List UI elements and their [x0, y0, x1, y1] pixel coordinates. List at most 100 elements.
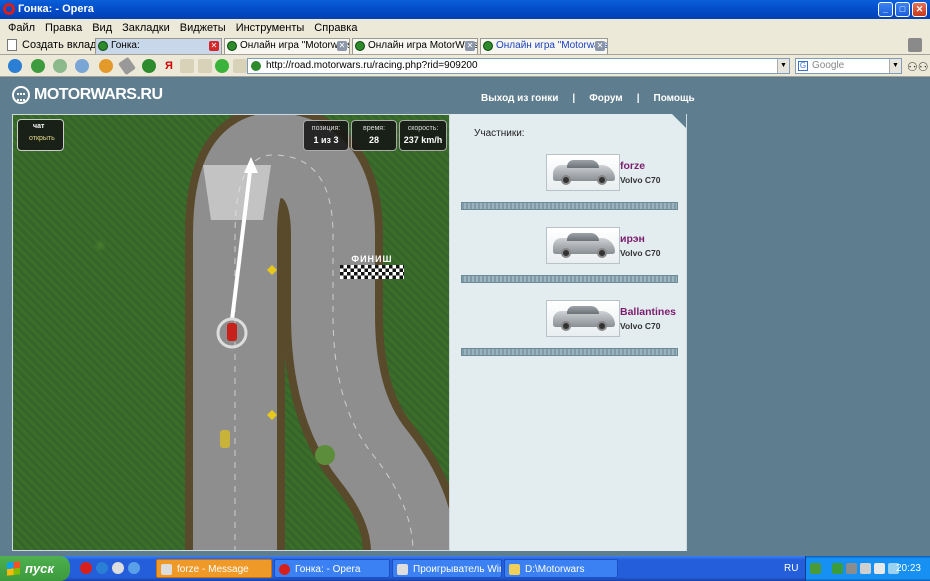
- binoculars-icon[interactable]: ⚇⚇: [907, 60, 929, 74]
- tab-close-icon[interactable]: ✕: [209, 41, 219, 51]
- tab-motorwars-2[interactable]: Онлайн игра MotorWars... ✕: [352, 38, 478, 54]
- taskbar-item-label: D:\Motorwars: [525, 564, 585, 575]
- opera-icon: [279, 564, 290, 575]
- player-name[interactable]: Ballantines: [620, 306, 676, 318]
- tab-label: Онлайн игра MotorWars...: [368, 40, 478, 51]
- clover-icon[interactable]: [846, 563, 857, 574]
- site-logo[interactable]: MOTORWARS.RU: [12, 84, 163, 106]
- hud-time: время: 28: [351, 120, 397, 151]
- players-panel: Участники: forze Volvo C70 ирэн Volvo C7…: [450, 114, 687, 551]
- close-window-button[interactable]: ✕: [912, 2, 927, 17]
- hud-speed-value: 237 km/h: [403, 135, 443, 145]
- taskbar-item-player[interactable]: Проигрыватель Win...: [392, 559, 502, 578]
- panel-corner: [672, 114, 686, 128]
- desktop-quicklaunch-icon[interactable]: [128, 562, 140, 574]
- player-car[interactable]: [227, 323, 237, 341]
- hud-position: позиция: 1 из 3: [303, 120, 349, 151]
- opponent-car: [220, 430, 230, 448]
- player-entry: forze Volvo C70: [546, 154, 706, 191]
- tab-motorwars-3[interactable]: Онлайн игра "Motorwars" ✕: [480, 38, 608, 54]
- finish-label: ФИНИШ: [351, 254, 393, 264]
- taskbar-item-folder[interactable]: D:\Motorwars: [504, 559, 618, 578]
- menu-edit[interactable]: Правка: [40, 22, 87, 34]
- network-icon[interactable]: [832, 563, 843, 574]
- tab-bar: Создать вкладку Гонка: ✕ Онлайн игра "Mo…: [0, 36, 930, 55]
- minimize-button[interactable]: _: [878, 2, 893, 17]
- site-icon[interactable]: [142, 59, 156, 73]
- forward-icon[interactable]: [53, 59, 67, 73]
- display-icon[interactable]: [860, 563, 871, 574]
- player-progress-bar: [461, 275, 678, 283]
- logo-icon: [12, 86, 30, 104]
- race-track-canvas[interactable]: ФИНИШ чат открыть позиция: 1 из 3 время:…: [12, 114, 450, 551]
- menu-file[interactable]: Файл: [3, 22, 40, 34]
- player-name[interactable]: ирэн: [620, 233, 645, 245]
- hud-speed: скорость: 237 km/h: [399, 120, 447, 151]
- tray-arrow-icon[interactable]: [810, 563, 821, 574]
- play-icon[interactable]: [215, 59, 229, 73]
- page-icon-2[interactable]: [198, 59, 212, 73]
- tab-close-icon[interactable]: ✕: [337, 41, 347, 51]
- page-icon[interactable]: [180, 59, 194, 73]
- nav-toolbar: Я http://road.motorwars.ru/racing.php?ri…: [0, 55, 930, 77]
- forum-link[interactable]: Форум: [589, 93, 622, 104]
- exit-race-link[interactable]: Выход из гонки: [481, 93, 558, 104]
- tab-motorwars-1[interactable]: Онлайн игра "Motorwars" ✕: [224, 38, 350, 54]
- taskbar-item-opera[interactable]: Гонка: - Opera: [274, 559, 390, 578]
- hud-speed-label: скорость:: [407, 125, 439, 132]
- trash-icon[interactable]: [908, 38, 922, 52]
- direction-beam: [203, 165, 271, 220]
- language-indicator[interactable]: RU: [784, 563, 798, 574]
- page-icon-3[interactable]: [233, 59, 247, 73]
- tab-close-icon[interactable]: ✕: [465, 41, 475, 51]
- fast-forward-icon[interactable]: [75, 59, 89, 73]
- edit-icon[interactable]: [118, 56, 136, 76]
- media-quicklaunch-icon[interactable]: [112, 562, 124, 574]
- player-name[interactable]: forze: [620, 160, 645, 172]
- maximize-button[interactable]: □: [895, 2, 910, 17]
- player-car-model: Volvo C70: [620, 175, 661, 185]
- nav-separator: |: [572, 93, 576, 104]
- taskbar-item-message[interactable]: forze - Message: [156, 559, 272, 578]
- folder-icon: [509, 564, 520, 575]
- menu-bookmarks[interactable]: Закладки: [117, 22, 175, 34]
- chat-box[interactable]: чат открыть: [17, 119, 64, 151]
- checkered-flag: [340, 265, 404, 279]
- opera-quicklaunch-icon[interactable]: [80, 562, 92, 574]
- menu-view[interactable]: Вид: [87, 22, 117, 34]
- help-link[interactable]: Помощь: [654, 93, 695, 104]
- menu-bar: Файл Правка Вид Закладки Виджеты Инструм…: [0, 19, 930, 36]
- back-icon[interactable]: [31, 59, 45, 73]
- menu-tools[interactable]: Инструменты: [231, 22, 310, 34]
- dropdown-arrow-icon[interactable]: ▼: [777, 59, 789, 73]
- tab-close-icon[interactable]: ✕: [595, 41, 605, 51]
- opera-icon: [3, 3, 15, 15]
- menu-widgets[interactable]: Виджеты: [175, 22, 231, 34]
- car-image: [546, 300, 620, 337]
- site-favicon-icon: [251, 61, 261, 71]
- chat-open-link[interactable]: открыть: [29, 135, 63, 142]
- rewind-icon[interactable]: [8, 59, 22, 73]
- taskbar-item-label: forze - Message: [177, 564, 249, 575]
- dropdown-arrow-icon[interactable]: ▼: [889, 59, 901, 73]
- site-favicon-icon: [483, 41, 493, 51]
- start-button[interactable]: пуск: [0, 556, 70, 581]
- reload-icon[interactable]: [99, 59, 113, 73]
- message-icon: [161, 564, 172, 575]
- search-input[interactable]: G Google ▼: [795, 58, 902, 74]
- taskbar: пуск forze - Message Гонка: - Opera Прои…: [0, 556, 930, 581]
- new-tab-button[interactable]: Создать вкладку: [5, 37, 107, 53]
- google-icon: G: [798, 61, 808, 71]
- tab-race[interactable]: Гонка: ✕: [95, 38, 222, 54]
- address-bar[interactable]: http://road.motorwars.ru/racing.php?rid=…: [247, 58, 790, 74]
- yandex-icon[interactable]: Я: [162, 59, 176, 73]
- ie-quicklaunch-icon[interactable]: [96, 562, 108, 574]
- volume-icon[interactable]: [874, 563, 885, 574]
- menu-help[interactable]: Справка: [309, 22, 362, 34]
- page-content: MOTORWARS.RU Выход из гонки | Форум | По…: [0, 78, 930, 556]
- player-progress-bar: [461, 348, 678, 356]
- system-tray: 20:23: [805, 556, 930, 581]
- windows-logo-icon: [7, 561, 20, 576]
- nav-separator: |: [636, 93, 640, 104]
- taskbar-item-label: Проигрыватель Win...: [413, 564, 501, 575]
